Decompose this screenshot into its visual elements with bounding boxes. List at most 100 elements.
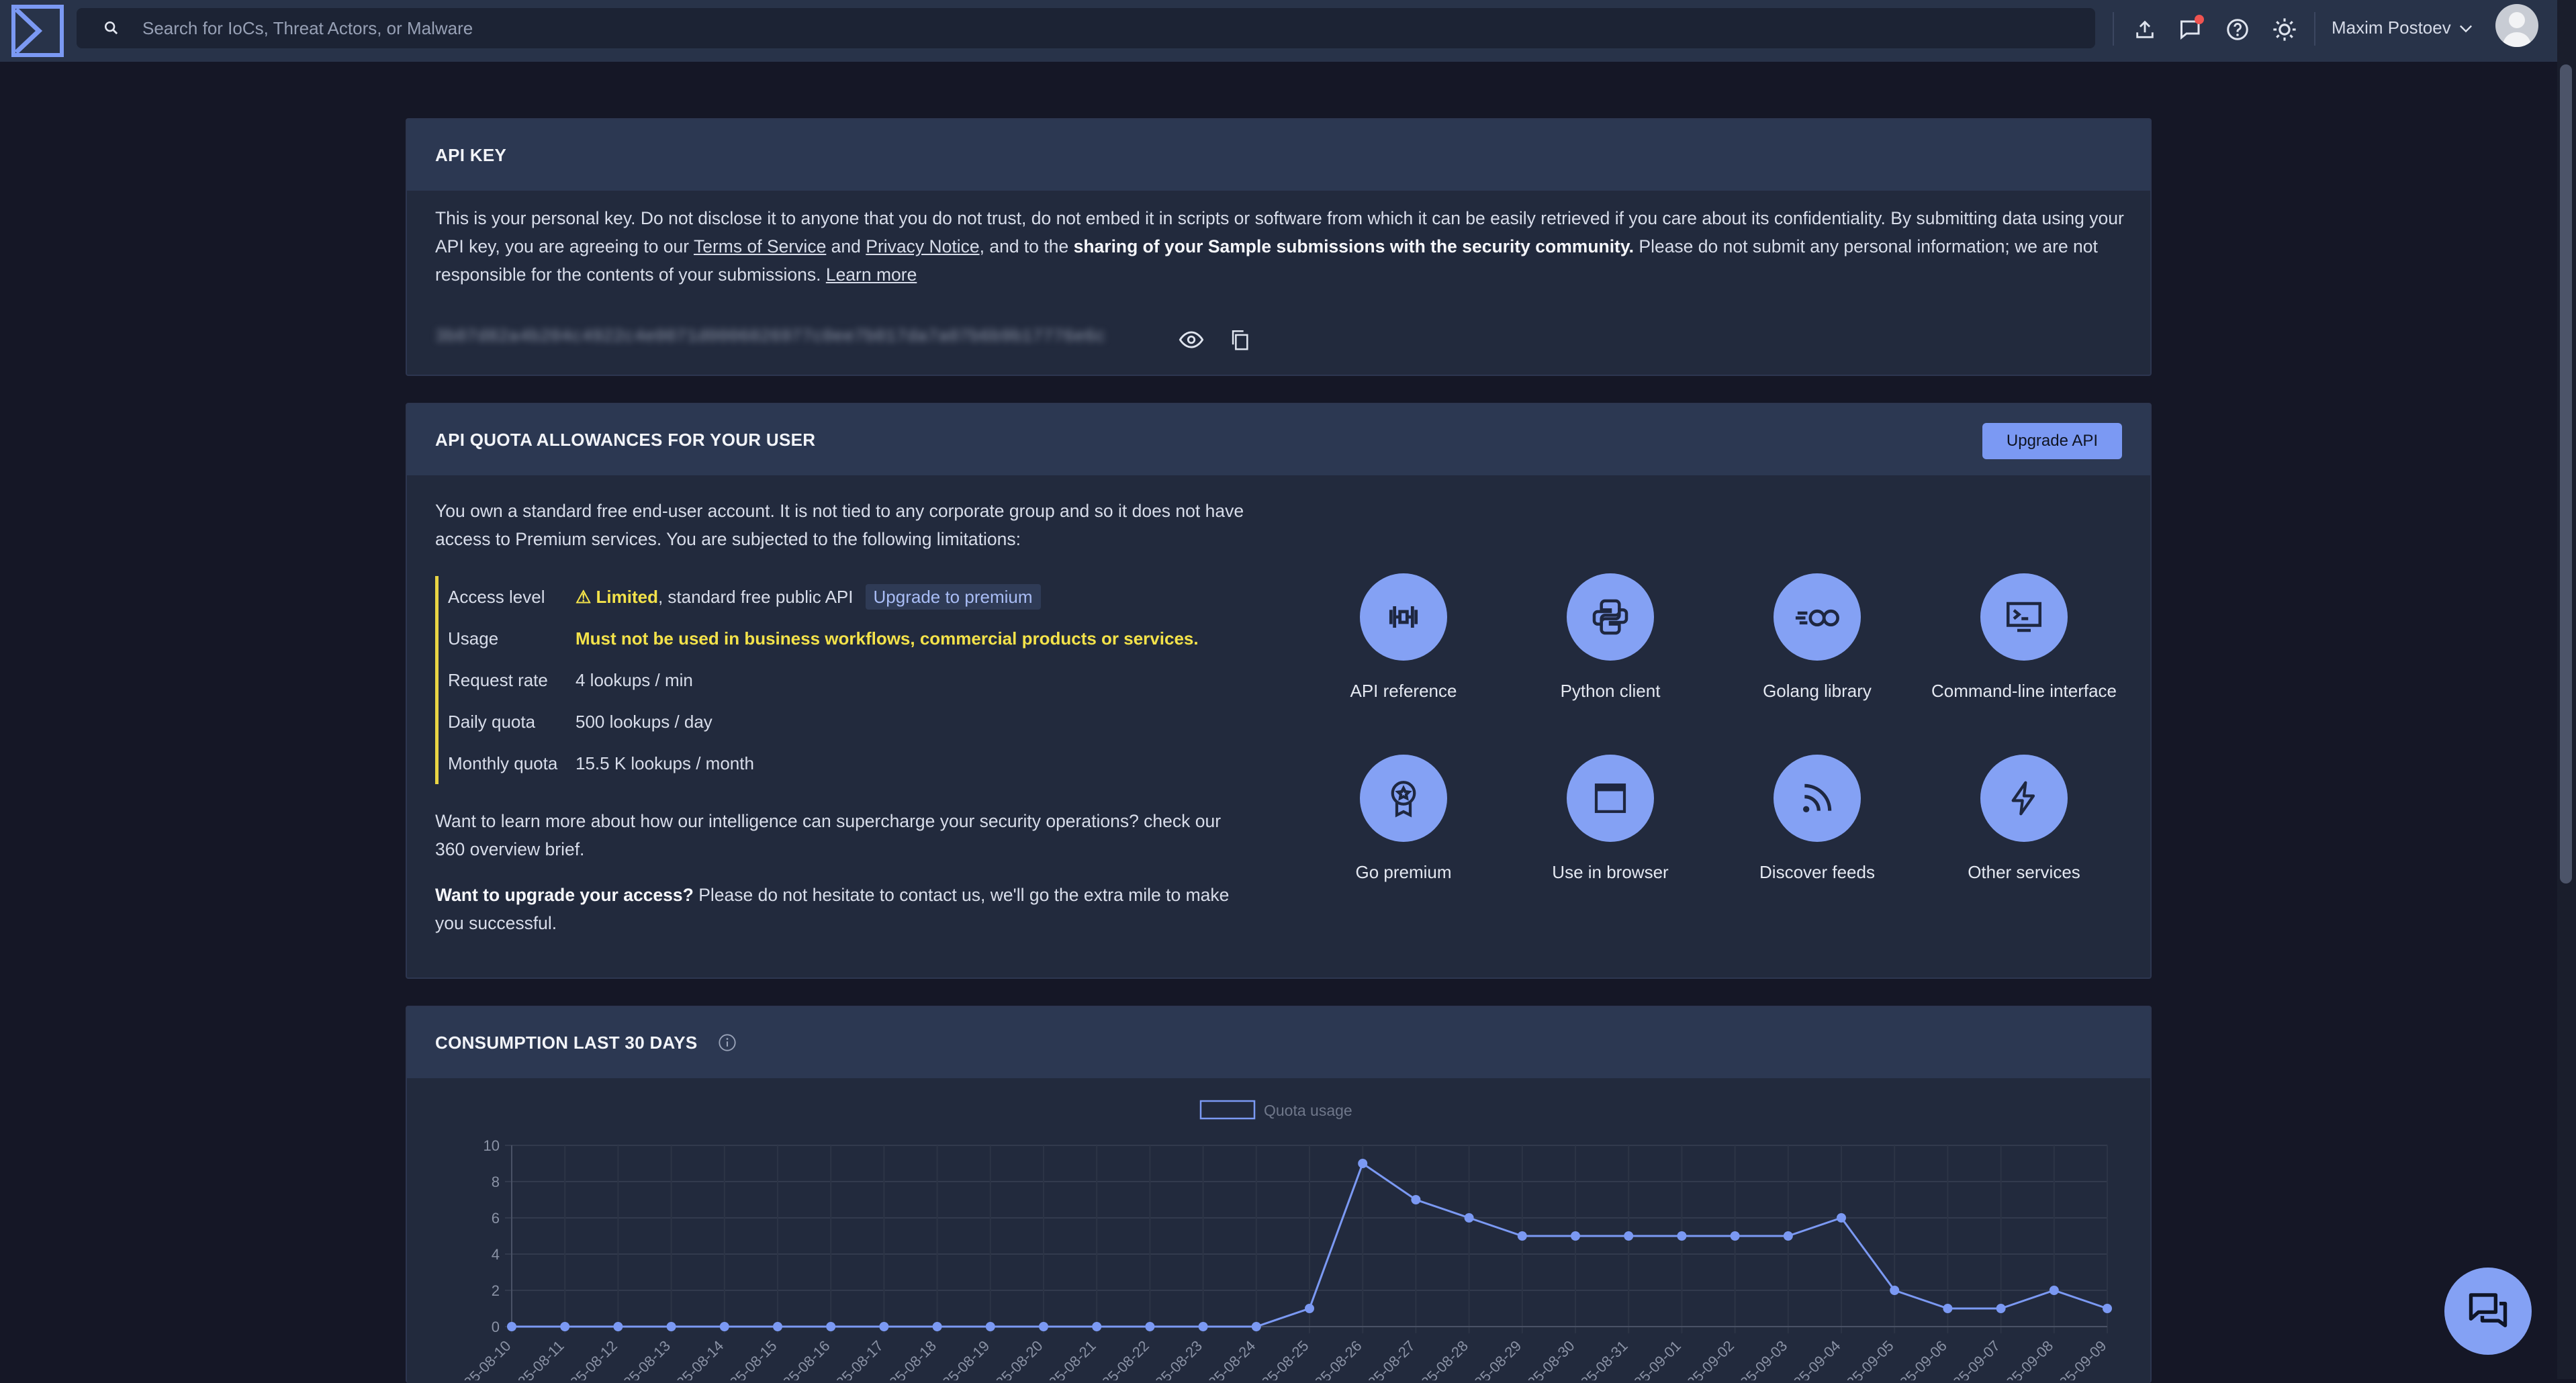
x-tick-label: 2025-08-27 — [1353, 1337, 1418, 1380]
tile-use-in-browser[interactable]: Use in browser — [1510, 755, 1711, 886]
x-tick-label: 2025-08-22 — [1087, 1337, 1152, 1380]
data-point — [1092, 1322, 1102, 1331]
quota-card: API QUOTA ALLOWANCES FOR YOUR USER Upgra… — [406, 403, 2152, 979]
y-tick-label: 6 — [492, 1210, 500, 1227]
limit-label: Request rate — [448, 669, 548, 690]
lightning-icon — [1980, 755, 2068, 842]
search-bar[interactable] — [77, 8, 2095, 48]
tile-label: Go premium — [1355, 862, 1452, 882]
y-tick-label: 10 — [484, 1137, 500, 1154]
x-tick-label: 2025-08-24 — [1193, 1337, 1258, 1380]
limit-row-request-rate: Request rate 4 lookups / min — [448, 659, 1199, 701]
data-point — [1571, 1231, 1580, 1241]
limits-list: Access level ⚠ Limited, standard free pu… — [435, 576, 1199, 784]
user-name[interactable]: Maxim Postoev — [2332, 17, 2451, 38]
tile-command-line[interactable]: Command-line interface — [1923, 573, 2125, 705]
privacy-notice-link[interactable]: Privacy Notice — [866, 236, 979, 256]
feedback-icon[interactable] — [2174, 13, 2207, 46]
tile-python-client[interactable]: Python client — [1510, 573, 1711, 705]
x-tick-label: 2025-08-28 — [1406, 1337, 1471, 1380]
x-tick-label: 2025-08-20 — [980, 1337, 1046, 1380]
chevron-down-icon[interactable] — [2456, 19, 2475, 38]
limit-value: 15.5 K lookups / month — [576, 753, 754, 773]
text: , and to the — [979, 236, 1074, 256]
usage-warning: Must not be used in business workflows, … — [576, 628, 1199, 649]
data-point — [1624, 1231, 1634, 1241]
data-point — [560, 1322, 570, 1331]
x-tick-label: 2025-08-15 — [715, 1337, 780, 1380]
theme-sun-icon[interactable] — [2268, 13, 2301, 46]
data-point — [2049, 1286, 2059, 1295]
y-tick-label: 0 — [492, 1319, 500, 1335]
text: , standard free public API — [657, 586, 854, 607]
data-point — [985, 1322, 995, 1331]
tile-api-reference[interactable]: API reference — [1303, 573, 1504, 705]
tile-label: API reference — [1350, 681, 1457, 701]
logo-icon[interactable] — [11, 4, 64, 58]
x-tick-label: 2025-09-08 — [1991, 1337, 2056, 1380]
data-point — [1464, 1213, 1474, 1223]
api-key-value: 3b07d82a4b204c4922c4e0071d0006026977c0ee… — [435, 326, 1106, 346]
notification-dot — [2195, 15, 2204, 24]
limit-row-usage: Usage Must not be used in business workf… — [448, 618, 1199, 659]
data-point — [1411, 1195, 1421, 1204]
x-tick-label: 2025-08-30 — [1512, 1337, 1577, 1380]
data-point — [1890, 1286, 1900, 1295]
x-tick-label: 2025-09-06 — [1885, 1337, 1950, 1380]
data-point — [1305, 1304, 1314, 1313]
tile-go-premium[interactable]: Go premium — [1303, 755, 1504, 886]
card-header: API QUOTA ALLOWANCES FOR YOUR USER Upgra… — [407, 404, 2150, 475]
golang-icon — [1774, 573, 1861, 661]
copy-icon[interactable] — [1225, 325, 1254, 354]
upgrade-access-bold: Want to upgrade your access? — [435, 885, 694, 905]
tile-label: Command-line interface — [1931, 681, 2117, 701]
tile-golang-library[interactable]: Golang library — [1716, 573, 1918, 705]
eye-icon[interactable] — [1177, 325, 1206, 354]
help-icon[interactable] — [2221, 13, 2254, 46]
data-point — [826, 1322, 836, 1331]
search-icon — [104, 21, 118, 35]
info-icon[interactable] — [718, 1033, 737, 1052]
upgrade-access-text: Want to upgrade your access? Please do n… — [435, 881, 1254, 937]
data-point — [2103, 1304, 2112, 1313]
terminal-icon — [1980, 573, 2068, 661]
chat-icon — [2469, 1293, 2508, 1327]
x-tick-label: 2025-08-10 — [449, 1337, 514, 1380]
terms-of-service-link[interactable]: Terms of Service — [694, 236, 826, 256]
api-key-title: API KEY — [435, 144, 507, 165]
x-tick-label: 2025-09-04 — [1778, 1337, 1843, 1380]
tile-label: Discover feeds — [1759, 862, 1875, 882]
upload-icon[interactable] — [2129, 13, 2161, 46]
premium-badge-icon — [1360, 755, 1447, 842]
learn-more-link[interactable]: Learn more — [826, 265, 917, 285]
limit-label: Daily quota — [448, 711, 536, 732]
x-tick-label: 2025-09-09 — [2044, 1337, 2109, 1380]
x-tick-label: 2025-08-25 — [1246, 1337, 1312, 1380]
search-input[interactable] — [141, 17, 2024, 40]
rss-feed-icon — [1774, 755, 1861, 842]
tile-label: Python client — [1560, 681, 1661, 701]
data-point — [879, 1322, 889, 1331]
data-point — [1145, 1322, 1155, 1331]
data-point — [1783, 1231, 1793, 1241]
limit-label: Usage — [448, 628, 499, 649]
tile-other-services[interactable]: Other services — [1923, 755, 2125, 886]
consumption-card: CONSUMPTION LAST 30 DAYS 0 2 4 6 8 10 2025-08-… — [406, 1006, 2152, 1383]
tile-label: Other services — [1968, 862, 2080, 882]
text: and — [826, 236, 866, 256]
data-point — [1039, 1322, 1048, 1331]
browser-icon — [1567, 755, 1654, 842]
tile-discover-feeds[interactable]: Discover feeds — [1716, 755, 1918, 886]
data-point — [1517, 1231, 1527, 1241]
legend-swatch — [1199, 1100, 1256, 1120]
limit-label: Monthly quota — [448, 753, 558, 773]
quota-title: API QUOTA ALLOWANCES FOR YOUR USER — [435, 429, 816, 450]
scrollbar-thumb[interactable] — [2560, 64, 2572, 884]
data-point — [666, 1322, 676, 1331]
upgrade-api-button[interactable]: Upgrade API — [1982, 423, 2122, 459]
chat-button[interactable] — [2444, 1268, 2532, 1355]
upgrade-to-premium-link[interactable]: Upgrade to premium — [865, 583, 1041, 610]
avatar[interactable] — [2495, 4, 2538, 47]
x-tick-label: 2025-08-19 — [927, 1337, 993, 1380]
x-tick-label: 2025-08-31 — [1565, 1337, 1630, 1380]
